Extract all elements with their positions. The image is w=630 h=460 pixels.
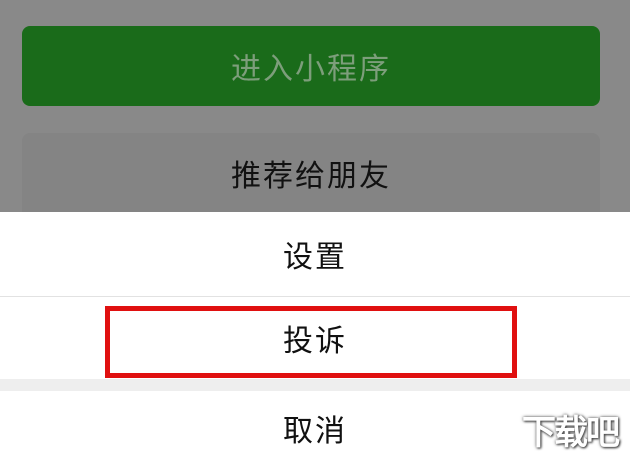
settings-menu-item[interactable]: 设置 xyxy=(0,212,630,297)
recommend-to-friend-button[interactable]: 推荐给朋友 xyxy=(22,133,600,212)
watermark-logo: 下载吧 xyxy=(522,413,620,453)
report-menu-item[interactable]: 投诉 xyxy=(0,297,630,379)
sheet-divider-gap xyxy=(0,379,630,391)
enter-miniprogram-button[interactable]: 进入小程序 xyxy=(22,26,600,106)
dimmed-page-background: 进入小程序 推荐给朋友 xyxy=(0,0,630,212)
